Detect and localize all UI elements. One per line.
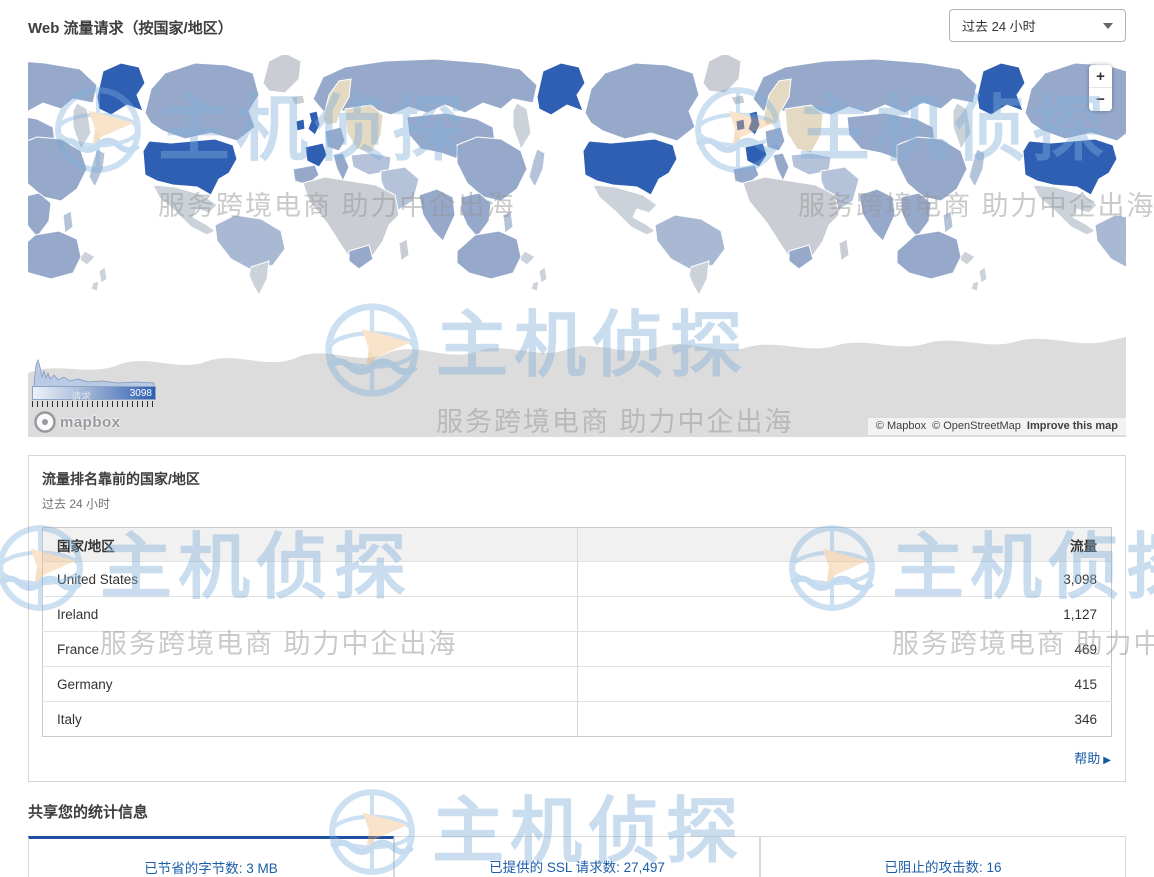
table-row: Germany 415 xyxy=(43,667,1112,702)
table-row: Italy 346 xyxy=(43,702,1112,737)
legend-ticks xyxy=(32,401,156,407)
card-title: 流量排名靠前的国家/地区 xyxy=(42,469,1112,489)
mapbox-icon xyxy=(34,411,56,433)
improve-map-link[interactable]: Improve this map xyxy=(1027,420,1118,432)
table-row: Ireland 1,127 xyxy=(43,597,1112,632)
top-countries-card: 流量排名靠前的国家/地区 过去 24 小时 国家/地区 流量 United St… xyxy=(28,455,1126,782)
page-title: Web 流量请求（按国家/地区） xyxy=(28,17,233,38)
traffic-cell: 1,127 xyxy=(578,597,1112,632)
legend-max-value: 3098 xyxy=(130,388,152,399)
column-header-traffic: 流量 xyxy=(578,528,1112,562)
legend-gradient-bar: 请求 3098 xyxy=(32,386,156,400)
card-footer: 帮助▶ xyxy=(29,737,1125,781)
traffic-cell: 469 xyxy=(578,632,1112,667)
zoom-in-button[interactable]: + xyxy=(1089,65,1112,88)
legend-histogram xyxy=(32,357,156,387)
mapbox-logo[interactable]: mapbox xyxy=(34,411,121,433)
country-cell: France xyxy=(43,632,578,667)
table-row: France 469 xyxy=(43,632,1112,667)
zoom-out-button[interactable]: − xyxy=(1089,88,1112,111)
country-cell: Germany xyxy=(43,667,578,702)
traffic-legend: 请求 3098 xyxy=(32,357,156,407)
osm-attribution-link[interactable]: © OpenStreetMap xyxy=(932,420,1021,432)
traffic-table: 国家/地区 流量 United States 3,098 Ireland 1,1… xyxy=(42,527,1112,737)
column-header-country: 国家/地区 xyxy=(43,528,578,562)
caret-right-icon: ▶ xyxy=(1103,755,1111,766)
map-attribution: © Mapbox © OpenStreetMap Improve this ma… xyxy=(868,418,1126,435)
traffic-cell: 3,098 xyxy=(578,562,1112,597)
world-traffic-map[interactable]: + − 请求 3098 mapbox © Mapbox © OpenStreet… xyxy=(28,55,1126,437)
choropleth-map-svg xyxy=(28,55,1126,437)
page-header: Web 流量请求（按国家/地区） 过去 24 小时 xyxy=(0,0,1154,55)
analytics-page: Web 流量请求（按国家/地区） 过去 24 小时 xyxy=(0,0,1154,877)
mapbox-attribution-link[interactable]: © Mapbox xyxy=(876,420,926,432)
card-subtitle: 过去 24 小时 xyxy=(42,495,1112,512)
legend-metric-label: 请求 xyxy=(71,388,91,403)
country-cell: Ireland xyxy=(43,597,578,632)
tab-ssl-requests[interactable]: 已提供的 SSL 请求数: 27,497 xyxy=(394,836,760,877)
time-range-dropdown[interactable]: 过去 24 小时 xyxy=(949,9,1126,42)
country-cell: Italy xyxy=(43,702,578,737)
map-zoom-control: + − xyxy=(1089,65,1112,111)
traffic-cell: 346 xyxy=(578,702,1112,737)
mapbox-wordmark: mapbox xyxy=(60,414,121,431)
table-header-row: 国家/地区 流量 xyxy=(43,528,1112,562)
country-cell: United States xyxy=(43,562,578,597)
help-link[interactable]: 帮助▶ xyxy=(1074,751,1111,766)
share-section-title: 共享您的统计信息 xyxy=(28,801,1126,822)
share-tabs: 已节省的字节数: 3 MB 已提供的 SSL 请求数: 27,497 已阻止的攻… xyxy=(28,836,1126,877)
table-row: United States 3,098 xyxy=(43,562,1112,597)
chevron-down-icon xyxy=(1103,23,1113,29)
traffic-cell: 415 xyxy=(578,667,1112,702)
tab-bytes-saved[interactable]: 已节省的字节数: 3 MB xyxy=(28,836,394,877)
card-header: 流量排名靠前的国家/地区 过去 24 小时 xyxy=(29,456,1125,527)
time-range-value: 过去 24 小时 xyxy=(962,16,1036,35)
tab-attacks-blocked[interactable]: 已阻止的攻击数: 16 xyxy=(760,836,1126,877)
